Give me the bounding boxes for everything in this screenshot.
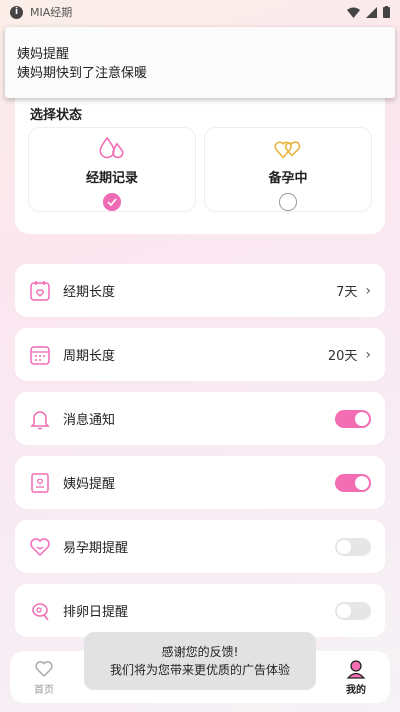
signal-icon <box>366 6 377 18</box>
status-app-name: MIA经期 <box>30 6 73 19</box>
option-label: 备孕中 <box>268 171 308 187</box>
chevron-right-icon: › <box>365 346 371 363</box>
note-heart-icon <box>29 472 51 494</box>
setting-notifications: 消息通知 <box>15 392 385 445</box>
notification-banner[interactable]: 姨妈提醒 姨妈期快到了注意保暖 <box>5 27 395 98</box>
toggle-knob <box>355 475 369 490</box>
setting-cycle-length[interactable]: 周期长度 20天 › <box>15 328 385 381</box>
nav-mine-label: 我的 <box>346 684 366 696</box>
setting-label: 易孕期提醒 <box>63 541 129 556</box>
state-section-title: 选择状态 <box>30 108 83 123</box>
option-label: 经期记录 <box>85 171 138 187</box>
setting-label: 姨妈提醒 <box>63 477 116 492</box>
notification-title: 姨妈提醒 <box>17 47 70 62</box>
toggle-knob <box>355 411 369 426</box>
wifi-icon <box>347 7 360 18</box>
toggle-knob <box>337 539 351 554</box>
setting-label: 消息通知 <box>63 413 116 428</box>
setting-label: 排卵日提醒 <box>63 605 129 620</box>
setting-label: 周期长度 <box>63 349 116 364</box>
calendar-heart-icon <box>29 280 51 302</box>
status-icons <box>347 6 390 18</box>
setting-value: 20天 <box>327 349 358 364</box>
status-bar: i MIA经期 <box>0 0 400 24</box>
state-card: 选择状态 经期记录 备孕中 <box>15 82 385 234</box>
radio-unchecked[interactable] <box>279 193 297 211</box>
setting-value: 7天 <box>336 285 358 300</box>
option-period-record[interactable]: 经期记录 <box>28 127 196 212</box>
water-drops-icon <box>99 136 124 159</box>
toast-line-1: 感谢您的反馈! <box>161 645 239 659</box>
heart-icon <box>35 660 53 677</box>
radio-checked[interactable] <box>103 193 121 211</box>
fertile-reminder-toggle[interactable] <box>335 537 371 556</box>
notification-body: 姨妈期快到了注意保暖 <box>17 66 148 81</box>
option-trying-to-conceive[interactable]: 备孕中 <box>204 127 372 212</box>
info-icon: i <box>10 5 23 19</box>
setting-ovulation-reminder: 排卵日提醒 <box>15 584 385 637</box>
bell-icon <box>29 408 51 430</box>
nav-mine[interactable]: 我的 <box>346 659 366 696</box>
check-icon <box>107 198 117 207</box>
calendar-grid-icon <box>29 344 51 366</box>
battery-icon <box>383 6 390 18</box>
period-reminder-toggle[interactable] <box>335 473 371 492</box>
hearts-icon <box>274 141 301 159</box>
chevron-right-icon: › <box>365 282 371 299</box>
setting-period-reminder: 姨妈提醒 <box>15 456 385 509</box>
toast-line-2: 我们将为您带来更优质的广告体验 <box>109 663 290 677</box>
toggle-knob <box>337 603 351 618</box>
setting-fertile-reminder: 易孕期提醒 <box>15 520 385 573</box>
feedback-toast: 感谢您的反馈! 我们将为您带来更优质的广告体验 <box>84 632 316 690</box>
user-icon <box>346 659 366 679</box>
ovulation-reminder-toggle[interactable] <box>335 601 371 620</box>
setting-period-length[interactable]: 经期长度 7天 › <box>15 264 385 317</box>
setting-label: 经期长度 <box>63 285 116 300</box>
egg-icon <box>29 600 51 622</box>
nav-home[interactable]: 首页 <box>34 659 54 696</box>
notifications-toggle[interactable] <box>335 409 371 428</box>
nav-home-label: 首页 <box>34 684 54 696</box>
heart-outline-icon <box>29 536 51 558</box>
